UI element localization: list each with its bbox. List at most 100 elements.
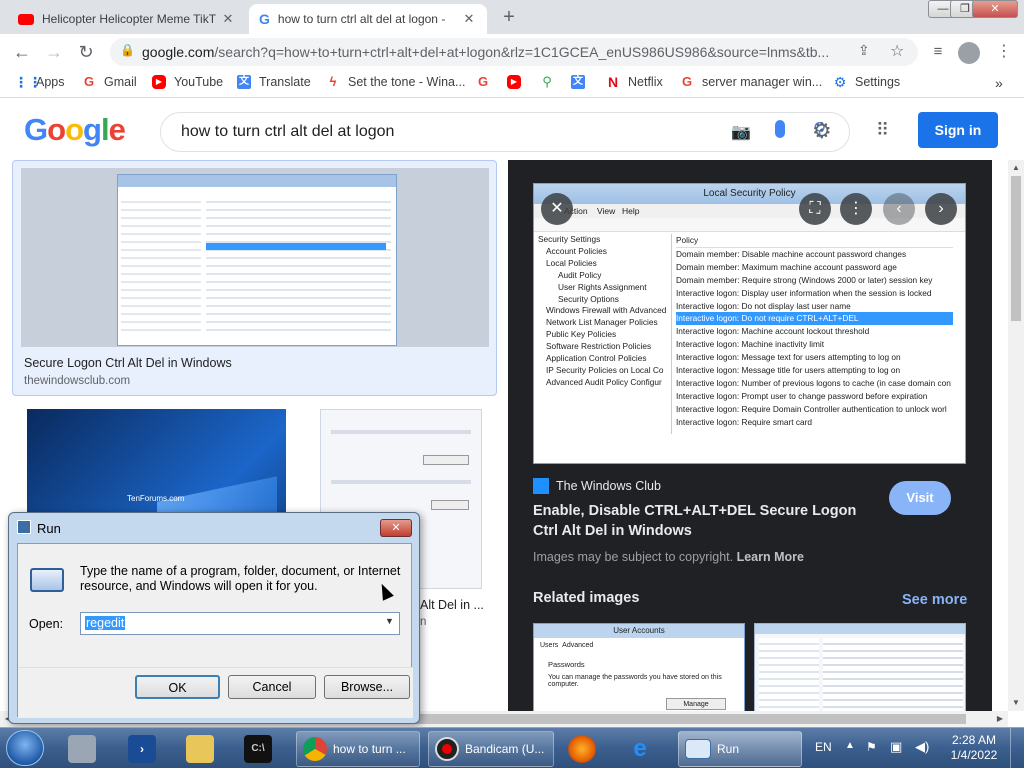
run-open-input[interactable]: regedit ▼ — [80, 612, 400, 635]
bookmark-maps[interactable]: ⚲ — [540, 75, 562, 89]
close-window-button[interactable]: ✕ — [972, 0, 1018, 18]
result-card-selected[interactable]: Secure Logon Ctrl Alt Del in Windows the… — [12, 160, 497, 396]
lens-icon[interactable]: ⛶ — [799, 193, 831, 225]
language-indicator[interactable]: EN — [815, 740, 832, 754]
show-hidden-icons-icon[interactable]: ▲ — [845, 740, 855, 751]
bookmark-google[interactable]: G — [476, 75, 498, 89]
see-more-link[interactable]: See more — [902, 592, 967, 608]
tab-youtube[interactable]: Helicopter Helicopter Meme TikT ✕ — [8, 4, 246, 34]
reading-list-icon[interactable]: ≡ — [924, 38, 952, 66]
cancel-button[interactable]: Cancel — [228, 675, 316, 699]
browse-button[interactable]: Browse... — [324, 675, 410, 699]
show-desktop-button[interactable] — [1010, 728, 1024, 768]
learn-more-link[interactable]: Learn More — [737, 550, 804, 564]
close-tab-icon[interactable]: ✕ — [461, 11, 477, 27]
result-caption-3[interactable]: Alt Del in ... — [420, 598, 484, 612]
bookmark-youtube-2[interactable]: ▶ — [507, 75, 529, 89]
run-description: Type the name of a program, folder, docu… — [80, 564, 401, 593]
bookmark-translate-2[interactable]: 文 — [571, 75, 593, 89]
more-bookmarks-icon[interactable]: » — [995, 75, 1003, 91]
reload-button[interactable]: ↻ — [72, 38, 100, 66]
chrome-icon — [303, 737, 327, 761]
tool-icon — [68, 735, 96, 763]
address-bar[interactable]: 🔒 google.com/search?q=how+to+turn+ctrl+a… — [110, 38, 918, 66]
taskbar-file-explorer[interactable] — [180, 731, 230, 767]
profile-avatar-icon[interactable] — [958, 42, 980, 64]
result-thumbnail — [21, 168, 489, 347]
share-icon[interactable]: ⇪ — [858, 42, 870, 59]
taskbar-powershell[interactable]: › — [122, 731, 172, 767]
taskbar-bandicam[interactable]: Bandicam (U... — [428, 731, 554, 767]
apps-grid-icon[interactable]: ⠿ — [876, 120, 889, 141]
source-favicon-icon — [533, 478, 549, 494]
tab-google-search[interactable]: G how to turn ctrl alt del at logon - ✕ — [249, 4, 487, 34]
run-title: Run — [37, 521, 61, 536]
gear-icon: ⚙ — [833, 74, 847, 90]
result-source: thewindowsclub.com — [24, 375, 131, 387]
clock[interactable]: 2:28 AM 1/4/2022 — [944, 733, 1004, 763]
run-title-icon — [17, 520, 31, 534]
preview-image[interactable]: Local Security Policy Action View Help S… — [533, 183, 966, 464]
taskbar-firefox[interactable] — [562, 731, 614, 767]
ok-button[interactable]: OK — [135, 675, 220, 699]
apps-grid-icon: ⋮⋮ — [14, 74, 42, 90]
google-logo[interactable]: Google — [24, 112, 126, 148]
result-caption[interactable]: Secure Logon Ctrl Alt Del in Windows — [24, 356, 232, 370]
source-name[interactable]: The Windows Club — [556, 479, 661, 493]
youtube-icon — [18, 13, 34, 25]
bookmark-star-icon[interactable]: ☆ — [890, 41, 904, 61]
vertical-scrollbar[interactable]: ▲ ▼ — [1008, 160, 1024, 711]
visit-button[interactable]: Visit — [889, 481, 951, 515]
bookmarks-bar: ⋮⋮ Apps G Gmail ▶ YouTube 文 Translate ϟ Set t… — [0, 70, 1024, 98]
volume-icon[interactable]: ◀) — [915, 739, 929, 755]
microphone-icon[interactable] — [775, 120, 785, 138]
camera-icon[interactable]: 📷 — [731, 122, 751, 142]
run-program-icon — [30, 568, 64, 592]
search-box[interactable]: how to turn ctrl alt del at logon 📷 ⚲ — [160, 112, 850, 152]
taskbar-run[interactable]: Run — [678, 731, 802, 767]
close-preview-icon[interactable]: ✕ — [541, 193, 573, 225]
run-close-button[interactable]: ✕ — [380, 519, 412, 537]
close-tab-icon[interactable]: ✕ — [220, 11, 236, 27]
bookmark-server-manager[interactable]: Gserver manager win... — [680, 75, 822, 90]
bookmark-translate[interactable]: 文 Translate — [237, 75, 311, 89]
map-pin-icon: ⚲ — [542, 74, 552, 89]
new-tab-button[interactable]: + — [498, 6, 520, 28]
bookmark-youtube[interactable]: ▶ YouTube — [152, 75, 223, 89]
taskbar-chrome[interactable]: how to turn ... — [296, 731, 420, 767]
tab-title: Helicopter Helicopter Meme TikT — [42, 12, 217, 26]
run-icon — [685, 739, 711, 759]
gear-icon[interactable]: ⚙ — [812, 118, 832, 144]
forward-button[interactable]: → — [40, 38, 68, 66]
bookmark-apps[interactable]: ⋮⋮ Apps — [14, 75, 65, 89]
action-center-icon[interactable]: ⚑ — [866, 740, 877, 754]
taskbar-ie[interactable]: e — [620, 731, 672, 767]
preview-title[interactable]: Enable, Disable CTRL+ALT+DEL Secure Logo… — [533, 501, 878, 541]
dropdown-arrow-icon[interactable]: ▼ — [385, 616, 394, 626]
next-image-icon[interactable]: › — [925, 193, 957, 225]
bookmark-set-the-tone[interactable]: ϟ Set the tone - Wina... — [326, 75, 466, 90]
related-image-2[interactable] — [754, 623, 966, 711]
bookmark-netflix[interactable]: N Netflix — [606, 75, 663, 89]
search-query[interactable]: how to turn ctrl alt del at logon — [181, 123, 394, 141]
taskbar-explorer-tools[interactable] — [62, 731, 112, 767]
thumb-watermark: TenForums.com — [127, 494, 185, 503]
related-images-heading: Related images — [533, 590, 640, 606]
lsp-policy-list: Policy Domain member: Disable machine ac… — [671, 234, 953, 434]
network-icon[interactable]: ▣ — [890, 739, 902, 755]
bookmark-settings[interactable]: ⚙ Settings — [833, 75, 900, 89]
youtube-icon: ▶ — [507, 75, 521, 89]
more-options-icon[interactable]: ⋮ — [840, 193, 872, 225]
related-image-1[interactable]: User Accounts Users Advanced Passwords Y… — [533, 623, 745, 711]
run-open-label: Open: — [29, 617, 64, 631]
back-button[interactable]: ← — [8, 38, 36, 66]
menu-kebab-icon[interactable]: ⋮ — [990, 38, 1018, 66]
powershell-icon: › — [128, 735, 156, 763]
start-button[interactable] — [6, 730, 44, 766]
previous-image-icon[interactable]: ‹ — [883, 193, 915, 225]
taskbar-cmd[interactable]: C:\ — [238, 731, 288, 767]
copyright-note: Images may be subject to copyright. Lear… — [533, 550, 804, 564]
sign-in-button[interactable]: Sign in — [918, 112, 998, 148]
lock-icon: 🔒 — [120, 43, 135, 57]
bookmark-gmail[interactable]: G Gmail — [82, 75, 137, 90]
